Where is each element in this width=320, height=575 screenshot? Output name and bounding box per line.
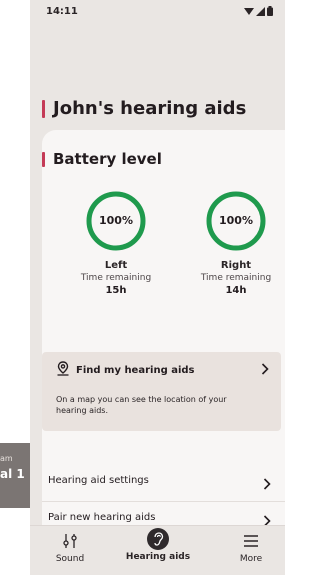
time-remaining-label-left: Time remaining [80, 273, 152, 283]
nav-tab-hearing-aids[interactable]: Hearing aids [123, 528, 193, 562]
background-screen-title: al 1 [0, 467, 25, 481]
battery-section-header: Battery level [42, 150, 162, 168]
battery-ring-right: 100% [205, 190, 267, 252]
chevron-right-icon [263, 475, 271, 494]
nav-label-hearing-aids: Hearing aids [125, 552, 191, 562]
page-header: John's hearing aids [42, 98, 246, 119]
background-screen-caption: am [0, 454, 13, 463]
menu-icon [216, 532, 285, 550]
bottom-nav: Sound Hearing aids More [30, 525, 285, 575]
time-remaining-value-right: 14h [225, 285, 247, 296]
location-pin-icon [56, 361, 70, 380]
section-accent-bar [42, 151, 45, 167]
battery-value-right: 100% [219, 214, 253, 227]
menu-item-hearing-aid-settings[interactable]: Hearing aid settings [42, 465, 285, 502]
menu-item-label: Pair new hearing aids [48, 512, 156, 523]
nav-tab-more[interactable]: More [216, 532, 285, 564]
find-hearing-aids-card[interactable]: Find my hearing aids On a map you can se… [42, 352, 281, 431]
menu-item-label: Hearing aid settings [48, 475, 149, 486]
chevron-right-icon [261, 360, 269, 379]
battery-side-right: Right [220, 260, 252, 271]
battery-right: 100% Right Time remaining 14h [186, 190, 285, 296]
find-header: Find my hearing aids [56, 361, 195, 380]
nav-tab-sound[interactable]: Sound [35, 532, 105, 564]
time-remaining-label-right: Time remaining [200, 273, 272, 283]
status-bar: 14:11 [30, 0, 285, 30]
battery-value-left: 100% [99, 214, 133, 227]
time-remaining-value-left: 15h [105, 285, 127, 296]
status-time: 14:11 [46, 6, 78, 17]
ear-icon [147, 528, 169, 550]
battery-icon [267, 6, 273, 16]
sliders-icon [35, 532, 105, 550]
phone-screen: 14:11 John's hearing aids Battery level [30, 0, 285, 575]
nav-label-sound: Sound [55, 554, 85, 564]
title-accent-bar [42, 99, 45, 118]
find-description: On a map you can see the location of you… [56, 395, 227, 415]
nav-label-more: More [239, 554, 263, 564]
content-card: Battery level 100% Left Time remaining 1… [42, 130, 285, 550]
battery-side-left: Left [104, 260, 128, 271]
battery-ring-left: 100% [85, 190, 147, 252]
find-title: Find my hearing aids [76, 365, 195, 376]
status-icons [244, 6, 273, 16]
battery-section-title: Battery level [53, 150, 162, 168]
signal-icon [256, 6, 265, 16]
background-screen: am al 1 [0, 443, 30, 508]
background-strip [0, 508, 30, 575]
page-title: John's hearing aids [53, 98, 247, 119]
nav-icon-wrap [123, 528, 193, 550]
battery-left: 100% Left Time remaining 15h [66, 190, 166, 296]
wifi-icon [244, 7, 254, 16]
